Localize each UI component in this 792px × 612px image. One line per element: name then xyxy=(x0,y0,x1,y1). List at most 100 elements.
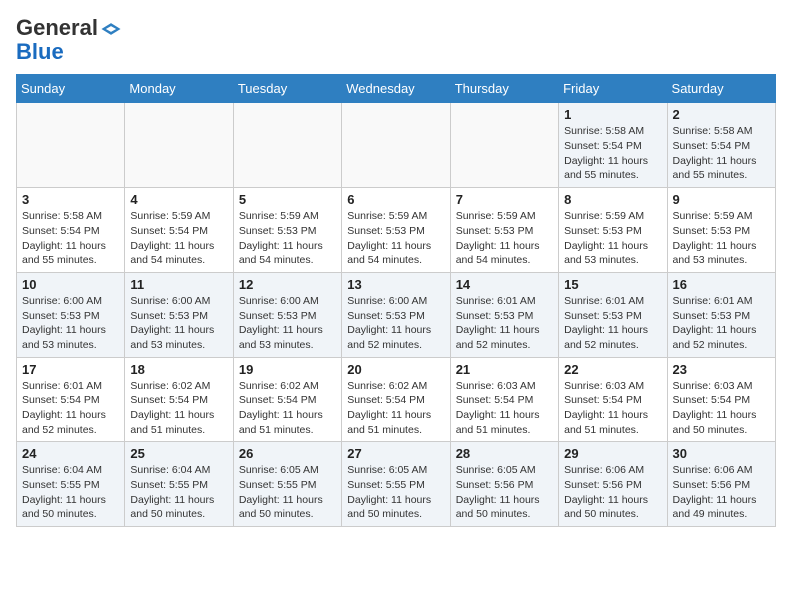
calendar-cell xyxy=(125,103,233,188)
day-number: 24 xyxy=(22,446,119,461)
day-number: 2 xyxy=(673,107,770,122)
calendar-cell: 24 Sunrise: 6:04 AM Sunset: 5:55 PM Dayli… xyxy=(17,442,125,527)
calendar-week-row: 10 Sunrise: 6:00 AM Sunset: 5:53 PM Dayli… xyxy=(17,272,776,357)
day-number: 5 xyxy=(239,192,336,207)
day-info: Sunrise: 5:59 AM Sunset: 5:53 PM Dayligh… xyxy=(347,209,444,268)
day-info: Sunrise: 6:01 AM Sunset: 5:53 PM Dayligh… xyxy=(564,294,661,353)
weekday-header-friday: Friday xyxy=(559,75,667,103)
day-number: 30 xyxy=(673,446,770,461)
day-info: Sunrise: 5:58 AM Sunset: 5:54 PM Dayligh… xyxy=(673,124,770,183)
day-info: Sunrise: 5:58 AM Sunset: 5:54 PM Dayligh… xyxy=(564,124,661,183)
day-number: 23 xyxy=(673,362,770,377)
day-info: Sunrise: 6:03 AM Sunset: 5:54 PM Dayligh… xyxy=(564,379,661,438)
day-number: 15 xyxy=(564,277,661,292)
calendar-cell: 20Sunrise: 6:02 AM Sunset: 5:54 PM Dayli… xyxy=(342,357,450,442)
weekday-header-sunday: Sunday xyxy=(17,75,125,103)
day-number: 20 xyxy=(347,362,444,377)
day-number: 28 xyxy=(456,446,553,461)
logo-general: General xyxy=(16,15,98,40)
day-number: 6 xyxy=(347,192,444,207)
calendar-cell: 8 Sunrise: 5:59 AM Sunset: 5:53 PM Daylig… xyxy=(559,188,667,273)
day-info: Sunrise: 6:01 AM Sunset: 5:54 PM Dayligh… xyxy=(22,379,119,438)
weekday-header-thursday: Thursday xyxy=(450,75,558,103)
day-info: Sunrise: 5:59 AM Sunset: 5:54 PM Dayligh… xyxy=(130,209,227,268)
day-number: 21 xyxy=(456,362,553,377)
calendar-cell xyxy=(450,103,558,188)
calendar-week-row: 1 Sunrise: 5:58 AM Sunset: 5:54 PM Daylig… xyxy=(17,103,776,188)
calendar-cell xyxy=(17,103,125,188)
logo-blue: Blue xyxy=(16,39,64,64)
day-number: 16 xyxy=(673,277,770,292)
calendar-cell: 15 Sunrise: 6:01 AM Sunset: 5:53 PM Dayli… xyxy=(559,272,667,357)
day-number: 7 xyxy=(456,192,553,207)
calendar-cell: 26 Sunrise: 6:05 AM Sunset: 5:55 PM Dayli… xyxy=(233,442,341,527)
day-info: Sunrise: 6:05 AM Sunset: 5:56 PM Dayligh… xyxy=(456,463,553,522)
day-number: 8 xyxy=(564,192,661,207)
calendar-cell: 1 Sunrise: 5:58 AM Sunset: 5:54 PM Daylig… xyxy=(559,103,667,188)
calendar-cell: 17 Sunrise: 6:01 AM Sunset: 5:54 PM Dayli… xyxy=(17,357,125,442)
day-number: 27 xyxy=(347,446,444,461)
calendar-week-row: 3Sunrise: 5:58 AM Sunset: 5:54 PM Daylig… xyxy=(17,188,776,273)
day-info: Sunrise: 6:02 AM Sunset: 5:54 PM Dayligh… xyxy=(130,379,227,438)
calendar-cell: 10 Sunrise: 6:00 AM Sunset: 5:53 PM Dayli… xyxy=(17,272,125,357)
weekday-header-monday: Monday xyxy=(125,75,233,103)
calendar-cell: 12 Sunrise: 6:00 AM Sunset: 5:53 PM Dayli… xyxy=(233,272,341,357)
calendar-cell: 28 Sunrise: 6:05 AM Sunset: 5:56 PM Dayli… xyxy=(450,442,558,527)
day-info: Sunrise: 6:00 AM Sunset: 5:53 PM Dayligh… xyxy=(239,294,336,353)
day-info: Sunrise: 6:03 AM Sunset: 5:54 PM Dayligh… xyxy=(456,379,553,438)
day-number: 26 xyxy=(239,446,336,461)
logo-text: GeneralBlue xyxy=(16,16,122,64)
logo: GeneralBlue xyxy=(16,16,122,64)
day-info: Sunrise: 6:02 AM Sunset: 5:54 PM Dayligh… xyxy=(239,379,336,438)
day-info: Sunrise: 5:59 AM Sunset: 5:53 PM Dayligh… xyxy=(564,209,661,268)
calendar-week-row: 17 Sunrise: 6:01 AM Sunset: 5:54 PM Dayli… xyxy=(17,357,776,442)
day-info: Sunrise: 6:00 AM Sunset: 5:53 PM Dayligh… xyxy=(22,294,119,353)
weekday-header-wednesday: Wednesday xyxy=(342,75,450,103)
day-info: Sunrise: 6:00 AM Sunset: 5:53 PM Dayligh… xyxy=(347,294,444,353)
day-number: 17 xyxy=(22,362,119,377)
calendar-cell: 16 Sunrise: 6:01 AM Sunset: 5:53 PM Dayli… xyxy=(667,272,775,357)
calendar-cell: 11 Sunrise: 6:00 AM Sunset: 5:53 PM Dayli… xyxy=(125,272,233,357)
day-info: Sunrise: 6:00 AM Sunset: 5:53 PM Dayligh… xyxy=(130,294,227,353)
calendar-cell: 9Sunrise: 5:59 AM Sunset: 5:53 PM Daylig… xyxy=(667,188,775,273)
calendar-cell: 27 Sunrise: 6:05 AM Sunset: 5:55 PM Dayli… xyxy=(342,442,450,527)
calendar-cell: 14Sunrise: 6:01 AM Sunset: 5:53 PM Dayli… xyxy=(450,272,558,357)
calendar-cell xyxy=(233,103,341,188)
calendar-cell: 21 Sunrise: 6:03 AM Sunset: 5:54 PM Dayli… xyxy=(450,357,558,442)
weekday-header-row: SundayMondayTuesdayWednesdayThursdayFrid… xyxy=(17,75,776,103)
calendar-cell: 30 Sunrise: 6:06 AM Sunset: 5:56 PM Dayli… xyxy=(667,442,775,527)
calendar-week-row: 24 Sunrise: 6:04 AM Sunset: 5:55 PM Dayli… xyxy=(17,442,776,527)
day-info: Sunrise: 6:05 AM Sunset: 5:55 PM Dayligh… xyxy=(347,463,444,522)
day-number: 19 xyxy=(239,362,336,377)
day-number: 12 xyxy=(239,277,336,292)
calendar-cell: 23Sunrise: 6:03 AM Sunset: 5:54 PM Dayli… xyxy=(667,357,775,442)
calendar-cell: 19 Sunrise: 6:02 AM Sunset: 5:54 PM Dayli… xyxy=(233,357,341,442)
day-number: 9 xyxy=(673,192,770,207)
day-number: 13 xyxy=(347,277,444,292)
day-info: Sunrise: 5:59 AM Sunset: 5:53 PM Dayligh… xyxy=(239,209,336,268)
calendar-cell: 3Sunrise: 5:58 AM Sunset: 5:54 PM Daylig… xyxy=(17,188,125,273)
day-number: 22 xyxy=(564,362,661,377)
day-number: 11 xyxy=(130,277,227,292)
day-info: Sunrise: 6:05 AM Sunset: 5:55 PM Dayligh… xyxy=(239,463,336,522)
calendar-cell: 6 Sunrise: 5:59 AM Sunset: 5:53 PM Daylig… xyxy=(342,188,450,273)
calendar-cell: 25Sunrise: 6:04 AM Sunset: 5:55 PM Dayli… xyxy=(125,442,233,527)
day-info: Sunrise: 6:01 AM Sunset: 5:53 PM Dayligh… xyxy=(673,294,770,353)
day-info: Sunrise: 6:04 AM Sunset: 5:55 PM Dayligh… xyxy=(130,463,227,522)
day-number: 1 xyxy=(564,107,661,122)
day-number: 10 xyxy=(22,277,119,292)
day-number: 4 xyxy=(130,192,227,207)
day-number: 29 xyxy=(564,446,661,461)
calendar-cell: 5 Sunrise: 5:59 AM Sunset: 5:53 PM Daylig… xyxy=(233,188,341,273)
weekday-header-tuesday: Tuesday xyxy=(233,75,341,103)
day-info: Sunrise: 6:06 AM Sunset: 5:56 PM Dayligh… xyxy=(564,463,661,522)
calendar-cell: 4 Sunrise: 5:59 AM Sunset: 5:54 PM Daylig… xyxy=(125,188,233,273)
calendar-cell: 22 Sunrise: 6:03 AM Sunset: 5:54 PM Dayli… xyxy=(559,357,667,442)
weekday-header-saturday: Saturday xyxy=(667,75,775,103)
day-info: Sunrise: 6:04 AM Sunset: 5:55 PM Dayligh… xyxy=(22,463,119,522)
day-info: Sunrise: 6:06 AM Sunset: 5:56 PM Dayligh… xyxy=(673,463,770,522)
calendar-cell xyxy=(342,103,450,188)
calendar-cell: 13 Sunrise: 6:00 AM Sunset: 5:53 PM Dayli… xyxy=(342,272,450,357)
page-header: GeneralBlue xyxy=(16,16,776,64)
day-info: Sunrise: 6:01 AM Sunset: 5:53 PM Dayligh… xyxy=(456,294,553,353)
